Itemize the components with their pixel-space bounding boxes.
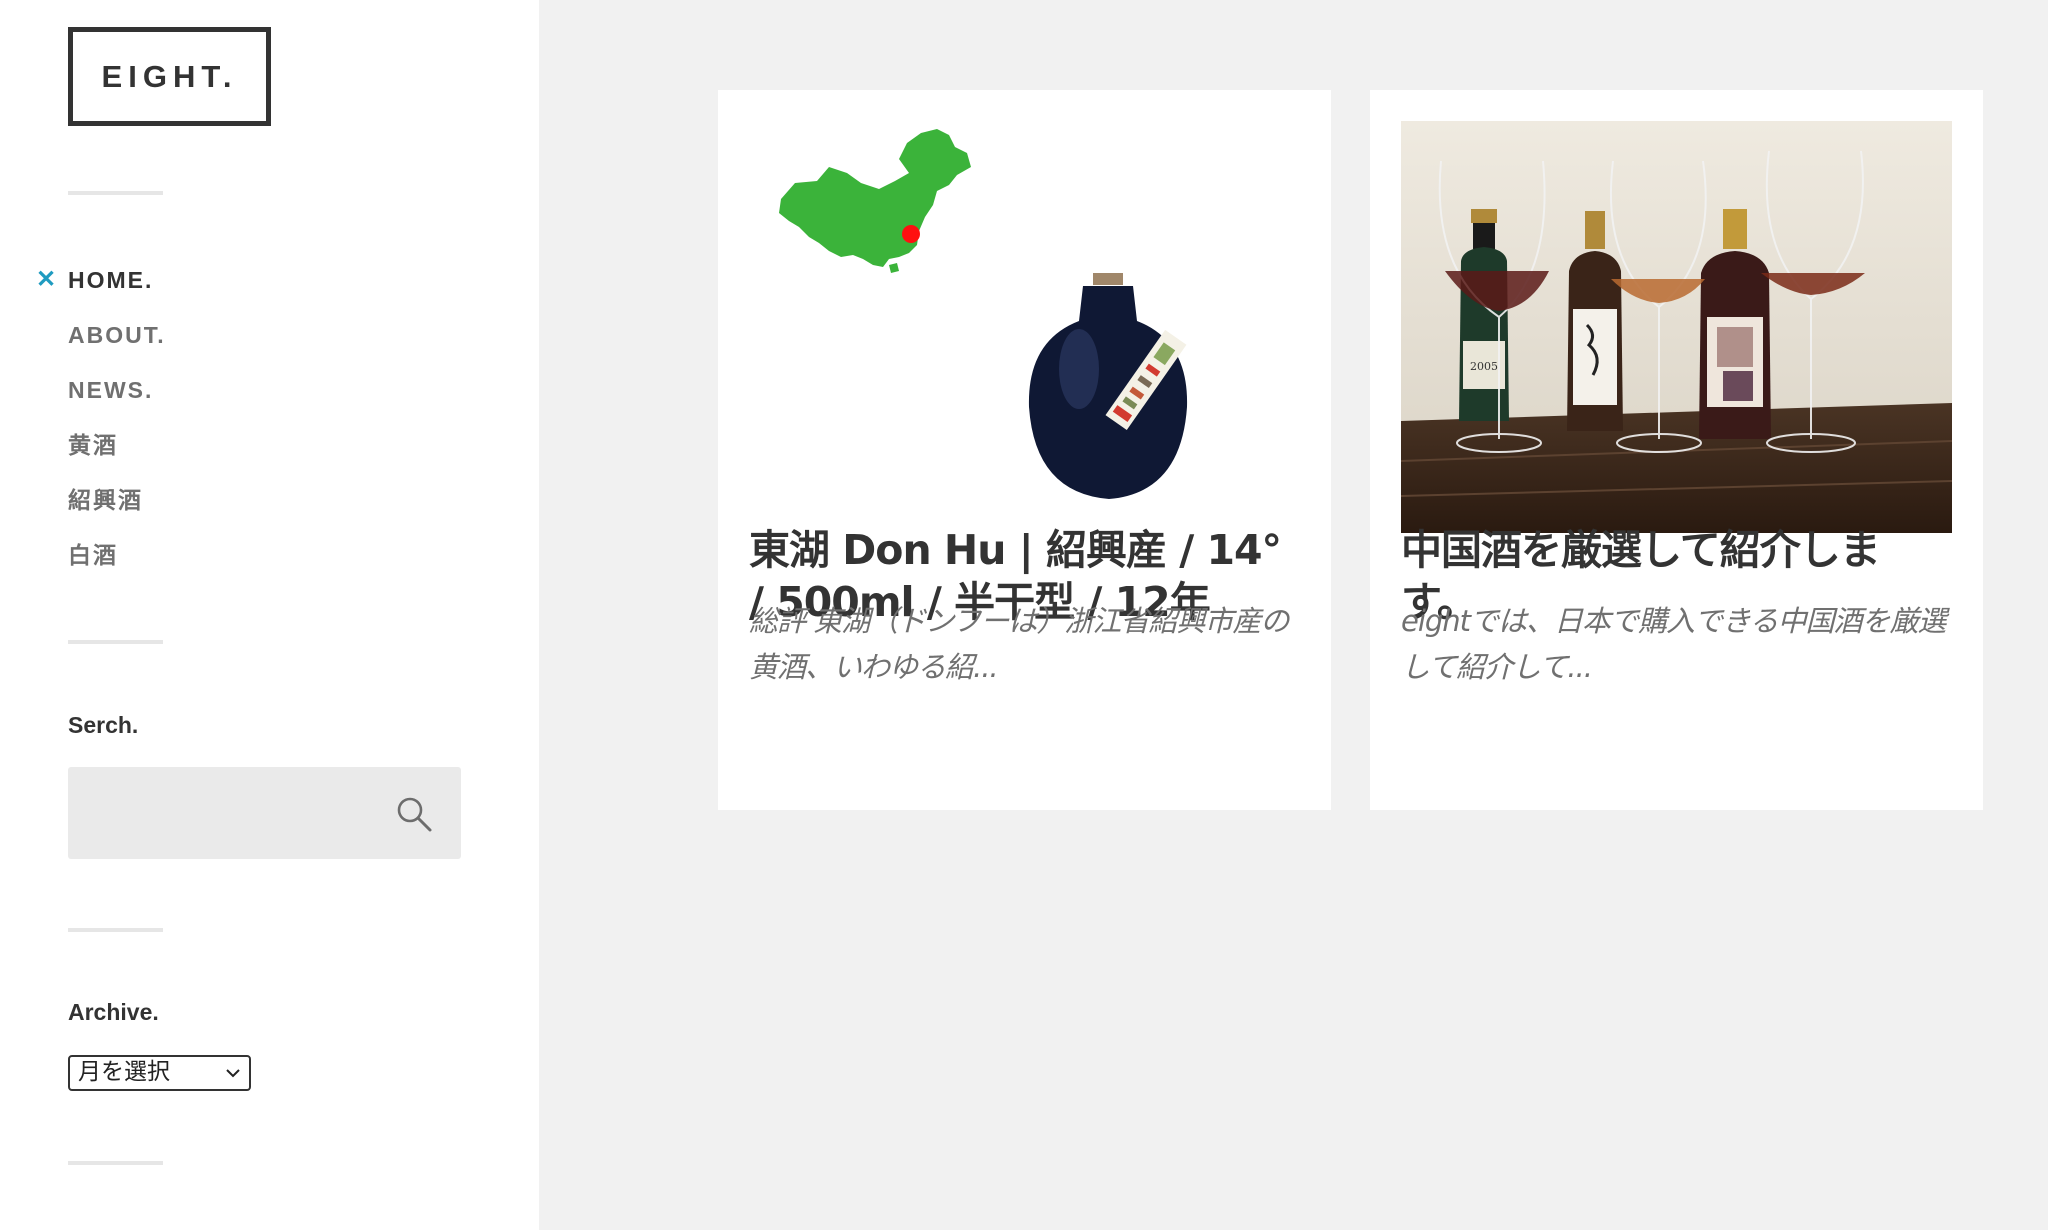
nav-item-label: 白酒	[68, 542, 118, 568]
archive-month-select[interactable]: 月を選択	[68, 1055, 251, 1091]
bottles-and-wine-glasses-image: 2005	[1401, 121, 1952, 533]
sidebar: EIGHT. ✕ HOME. ABOUT. NEWS. 黄酒 紹興酒 白酒 Se…	[0, 0, 539, 1230]
svg-text:2005: 2005	[1470, 360, 1498, 373]
post-thumbnail[interactable]: 2005	[1401, 121, 1952, 533]
post-excerpt: 総評 東湖（ドンフーは）浙江省紹興市産の黄酒、いわゆる紹...	[749, 604, 1289, 684]
nav-item-home[interactable]: ✕ HOME.	[0, 259, 166, 314]
divider	[68, 640, 163, 644]
location-marker-icon	[902, 225, 920, 243]
search-form	[68, 767, 461, 859]
current-marker-icon: ✕	[36, 266, 57, 293]
search-widget-title: Serch.	[68, 712, 139, 738]
nav-item-baijiu[interactable]: 白酒	[0, 534, 166, 589]
nav-item-label: NEWS.	[68, 377, 154, 403]
nav-item-shaoxingjiu[interactable]: 紹興酒	[0, 479, 166, 534]
nav-item-label: 黄酒	[68, 432, 118, 458]
search-input[interactable]	[68, 767, 368, 859]
main-nav: ✕ HOME. ABOUT. NEWS. 黄酒 紹興酒 白酒	[0, 259, 166, 589]
china-map-and-bottle-image	[749, 121, 1300, 533]
nav-item-huangjiu[interactable]: 黄酒	[0, 424, 166, 479]
chevron-down-icon	[226, 1069, 240, 1078]
post-card[interactable]: 2005 中国酒を厳選して紹介します。 eightでは、日本で購入できる中国酒を…	[1370, 90, 1983, 810]
post-card[interactable]: 東湖 Don Hu | 紹興産 / 14° / 500ml / 半干型 / 12…	[718, 90, 1331, 810]
archive-selected-value: 月を選択	[78, 1059, 170, 1085]
nav-item-about[interactable]: ABOUT.	[0, 314, 166, 369]
nav-item-label: 紹興酒	[68, 487, 143, 513]
divider	[68, 1161, 163, 1165]
divider	[68, 191, 163, 195]
divider	[68, 928, 163, 932]
site-logo[interactable]: EIGHT.	[68, 27, 271, 126]
post-thumbnail[interactable]	[749, 121, 1300, 533]
archive-widget-title: Archive.	[68, 999, 159, 1025]
nav-item-label: ABOUT.	[68, 322, 166, 348]
post-excerpt: eightでは、日本で購入できる中国酒を厳選して紹介して...	[1401, 604, 1946, 684]
search-icon[interactable]	[395, 795, 433, 833]
nav-item-news[interactable]: NEWS.	[0, 369, 166, 424]
nav-item-label: HOME.	[68, 267, 154, 293]
